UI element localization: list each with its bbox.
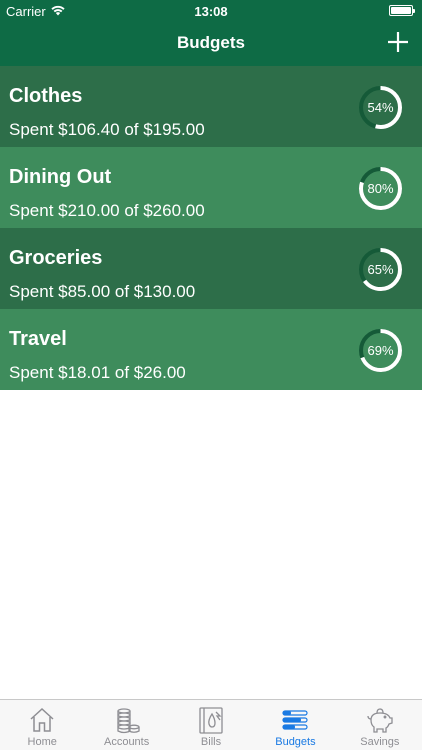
progress-ring: 65%: [358, 247, 403, 292]
tab-label: Bills: [200, 736, 222, 748]
status-bar: Carrier 13:08: [0, 0, 422, 22]
progress-percent: 69%: [367, 343, 394, 358]
budget-spent: Spent $210.00 of $260.00: [9, 201, 205, 220]
coins-icon: [116, 708, 140, 734]
budget-row-dining-out[interactable]: Dining Out Spent $210.00 of $260.00 80%: [0, 147, 422, 228]
tab-bar: Home Accounts Bills Budgets Savings: [0, 699, 422, 750]
plus-icon: [388, 32, 408, 52]
battery-icon: [389, 5, 415, 16]
budget-row-groceries[interactable]: Groceries Spent $85.00 of $130.00 65%: [0, 228, 422, 309]
status-time: 13:08: [194, 4, 228, 19]
tab-savings[interactable]: Savings: [338, 700, 422, 750]
progress-ring: 80%: [358, 166, 403, 211]
tab-accounts[interactable]: Accounts: [84, 700, 168, 750]
budget-name: Clothes: [9, 85, 83, 107]
page-title: Budgets: [177, 33, 245, 52]
progress-percent: 54%: [367, 100, 394, 115]
bill-icon: [199, 707, 223, 734]
tab-label: Accounts: [103, 736, 150, 748]
budget-list: Clothes Spent $106.40 of $195.00 54% Din…: [0, 66, 422, 390]
tab-budgets[interactable]: Budgets: [253, 700, 337, 750]
budget-name: Dining Out: [9, 166, 112, 188]
progress-ring: 54%: [358, 85, 403, 130]
budget-name: Groceries: [9, 247, 103, 269]
tab-label: Budgets: [275, 736, 316, 748]
sliders-icon: [282, 710, 309, 730]
tab-label: Home: [27, 736, 57, 748]
tab-bills[interactable]: Bills: [169, 700, 253, 750]
home-icon: [30, 707, 54, 732]
budget-spent: Spent $18.01 of $26.00: [9, 363, 186, 382]
budget-row-travel[interactable]: Travel Spent $18.01 of $26.00 69%: [0, 309, 422, 390]
budget-spent: Spent $106.40 of $195.00: [9, 120, 205, 139]
tab-home[interactable]: Home: [0, 700, 84, 750]
header: Carrier 13:08 Budgets: [0, 0, 422, 66]
budget-name: Travel: [9, 328, 67, 350]
progress-ring: 69%: [358, 328, 403, 373]
tab-label: Savings: [360, 736, 400, 748]
budget-row-clothes[interactable]: Clothes Spent $106.40 of $195.00 54%: [0, 66, 422, 147]
piggy-bank-icon: [367, 708, 393, 733]
add-budget-button[interactable]: [384, 28, 412, 56]
budget-spent: Spent $85.00 of $130.00: [9, 282, 196, 301]
progress-percent: 65%: [367, 262, 394, 277]
progress-percent: 80%: [367, 181, 394, 196]
